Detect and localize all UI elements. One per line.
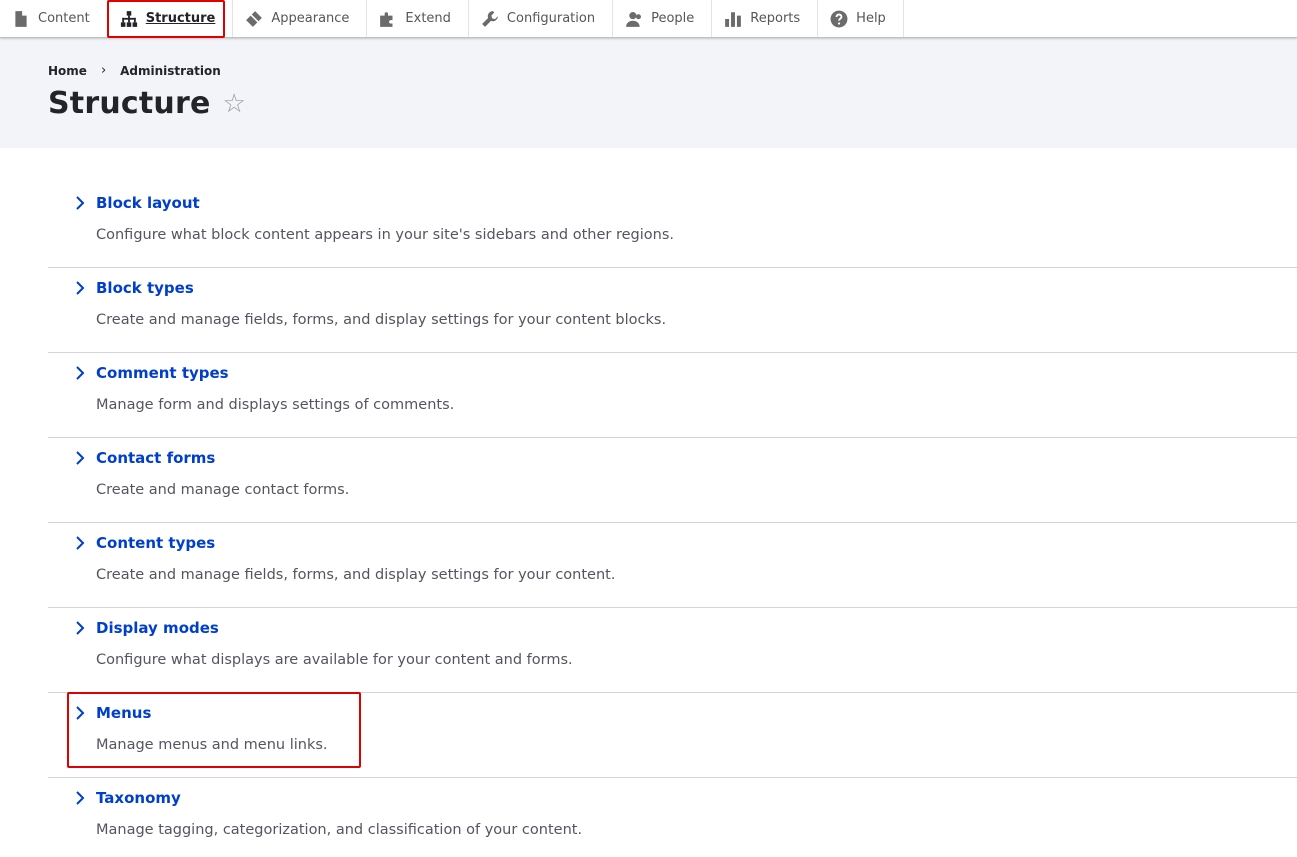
- toolbar-item-content[interactable]: Content: [0, 0, 108, 37]
- admin-link-block-layout[interactable]: Block layout: [96, 194, 200, 212]
- chevron-right-icon: [73, 450, 87, 466]
- admin-link-taxonomy[interactable]: Taxonomy: [96, 789, 181, 807]
- toolbar-label-configuration: Configuration: [506, 11, 596, 26]
- file-icon: [12, 10, 30, 28]
- toolbar-label-content: Content: [38, 11, 90, 26]
- toolbar-item-extend[interactable]: Extend: [367, 0, 469, 37]
- admin-description: Configure what block content appears in …: [96, 227, 674, 243]
- breadcrumb: Home › Administration: [48, 63, 221, 78]
- toolbar-label-help: Help: [856, 11, 886, 26]
- admin-description: Create and manage fields, forms, and dis…: [96, 567, 616, 583]
- help-icon: [830, 10, 848, 28]
- admin-link-menus[interactable]: Menus: [96, 704, 151, 722]
- chevron-right-icon: [73, 705, 87, 721]
- chevron-right-icon: [73, 535, 87, 551]
- list-item: Menus Manage menus and menu links.: [48, 693, 1297, 778]
- chevron-right-icon: [73, 195, 87, 211]
- admin-link-display-modes[interactable]: Display modes: [96, 619, 219, 637]
- toolbar-item-appearance[interactable]: Appearance: [233, 0, 368, 37]
- admin-link-content-types[interactable]: Content types: [96, 534, 215, 552]
- page-header: Home › Administration Structure ☆: [0, 38, 1297, 148]
- list-item: Content types Create and manage fields, …: [48, 523, 1297, 608]
- toolbar-label-reports: Reports: [750, 11, 801, 26]
- toolbar-item-help[interactable]: Help: [818, 0, 904, 37]
- chevron-right-icon: [73, 790, 87, 806]
- toolbar-label-structure: Structure: [145, 11, 216, 26]
- breadcrumb-administration[interactable]: Administration: [120, 64, 221, 78]
- list-item: Contact forms Create and manage contact …: [48, 438, 1297, 523]
- people-icon: [625, 10, 643, 28]
- chevron-right-icon: [73, 365, 87, 381]
- list-item: Block layout Configure what block conten…: [48, 183, 1297, 268]
- list-item: Taxonomy Manage tagging, categorization,…: [48, 778, 1297, 857]
- admin-description: Manage menus and menu links.: [96, 737, 328, 753]
- admin-description: Manage tagging, categorization, and clas…: [96, 822, 583, 838]
- list-item: Block types Create and manage fields, fo…: [48, 268, 1297, 353]
- toolbar-label-people: People: [651, 11, 695, 26]
- admin-description: Create and manage fields, forms, and dis…: [96, 312, 667, 328]
- toolbar-label-appearance: Appearance: [271, 11, 350, 26]
- chevron-right-icon: [73, 620, 87, 636]
- admin-link-block-types[interactable]: Block types: [96, 279, 194, 297]
- brush-icon: [245, 10, 263, 28]
- admin-list: Block layout Configure what block conten…: [48, 183, 1297, 857]
- toolbar-item-configuration[interactable]: Configuration: [469, 0, 614, 37]
- admin-link-comment-types[interactable]: Comment types: [96, 364, 229, 382]
- breadcrumb-separator: ›: [100, 63, 107, 78]
- puzzle-icon: [379, 10, 397, 28]
- admin-description: Configure what displays are available fo…: [96, 652, 573, 668]
- page-title-text: Structure: [48, 86, 211, 121]
- sitemap-icon: [120, 10, 138, 28]
- admin-link-contact-forms[interactable]: Contact forms: [96, 449, 215, 467]
- list-item: Comment types Manage form and displays s…: [48, 353, 1297, 438]
- toolbar-label-extend: Extend: [405, 11, 451, 26]
- toolbar-item-reports[interactable]: Reports: [712, 0, 819, 37]
- list-item: Display modes Configure what displays ar…: [48, 608, 1297, 693]
- toolbar-item-people[interactable]: People: [613, 0, 713, 37]
- chevron-right-icon: [73, 280, 87, 296]
- toolbar-item-structure[interactable]: Structure: [108, 0, 234, 37]
- wrench-icon: [481, 10, 499, 28]
- star-icon[interactable]: ☆: [223, 91, 247, 117]
- admin-toolbar: Content Structure Appearance Extend Conf…: [0, 0, 1297, 38]
- admin-description: Create and manage contact forms.: [96, 482, 350, 498]
- bar-chart-icon: [724, 10, 742, 28]
- admin-description: Manage form and displays settings of com…: [96, 397, 455, 413]
- page-title: Structure ☆: [48, 86, 246, 121]
- breadcrumb-home[interactable]: Home: [48, 64, 87, 78]
